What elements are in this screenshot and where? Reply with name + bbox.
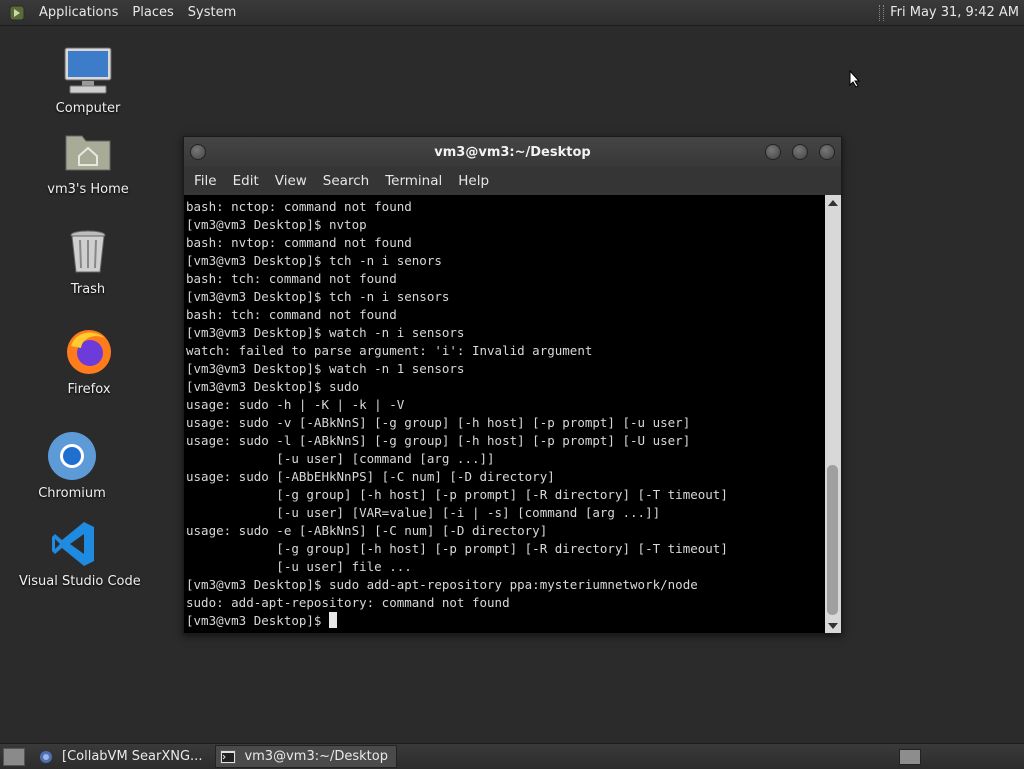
desktop-icon-label: Computer [55,101,121,116]
desktop-icon-label: Visual Studio Code [19,574,141,589]
menu-view[interactable]: View [267,173,315,189]
menu-terminal[interactable]: Terminal [377,173,450,189]
terminal-line: usage: sudo -v [-ABkNnS] [-g group] [-h … [186,415,691,430]
terminal-line: [vm3@vm3 Desktop]$ sudo add-apt-reposito… [186,577,698,592]
desktop-icon-label: vm3's Home [47,182,129,197]
chromium-icon [46,430,98,482]
bottom-panel: [CollabVM SearXNG... vm3@vm3:~/Desktop [0,743,1024,769]
system-menu[interactable]: System [181,0,243,25]
window-title: vm3@vm3:~/Desktop [434,144,591,160]
desktop-icon-computer[interactable]: Computer [33,45,143,116]
applications-menu[interactable]: Applications [32,0,125,25]
terminal-output[interactable]: bash: nctop: command not found [vm3@vm3 D… [184,195,825,633]
terminal-line: [vm3@vm3 Desktop]$ sudo [186,379,360,394]
desktop-icon-home[interactable]: vm3's Home [33,126,143,197]
desktop-icon-label: Firefox [67,382,111,397]
terminal-title-bar[interactable]: vm3@vm3:~/Desktop [184,137,841,167]
terminal-line: watch: failed to parse argument: 'i': In… [186,343,593,358]
minimize-button[interactable] [765,144,781,160]
task-label: vm3@vm3:~/Desktop [244,749,388,764]
places-menu[interactable]: Places [125,0,180,25]
terminal-line: [-u user] [VAR=value] [-i | -s] [command… [186,505,661,520]
menu-file[interactable]: File [186,173,225,189]
computer-icon [62,45,114,97]
terminal-line: [vm3@vm3 Desktop]$ tch -n i sensors [186,289,450,304]
task-label: [CollabVM SearXNG... [62,749,203,764]
menu-edit[interactable]: Edit [225,173,267,189]
terminal-prompt: [vm3@vm3 Desktop]$ [186,613,322,628]
terminal-line: bash: nctop: command not found [186,199,412,214]
terminal-line: bash: tch: command not found [186,271,397,286]
terminal-line: [vm3@vm3 Desktop]$ watch -n 1 sensors [186,361,465,376]
scroll-thumb[interactable] [827,465,838,615]
maximize-button[interactable] [792,144,808,160]
terminal-prompt-line: [vm3@vm3 Desktop]$ [186,612,825,630]
home-folder-icon [62,126,114,178]
workspace-switcher[interactable] [899,748,921,765]
terminal-window[interactable]: vm3@vm3:~/Desktop File Edit View Search … [183,136,842,634]
terminal-text: bash: nctop: command not found [vm3@vm3 D… [184,195,825,630]
clock[interactable]: Fri May 31, 9:42 AM [884,0,1024,25]
task-button-browser[interactable]: [CollabVM SearXNG... [33,745,211,768]
vscode-icon [48,518,100,570]
terminal-line: usage: sudo [-ABbEHkNnPS] [-C num] [-D d… [186,469,555,484]
distro-logo-icon[interactable] [8,4,26,22]
desktop-icon-label: Chromium [38,486,106,501]
terminal-line: bash: nvtop: command not found [186,235,412,250]
terminal-line: [vm3@vm3 Desktop]$ watch -n i sensors [186,325,465,340]
terminal-line: usage: sudo -l [-ABkNnS] [-g group] [-h … [186,433,691,448]
terminal-scrollbar[interactable] [825,195,841,633]
terminal-menu-bar: File Edit View Search Terminal Help [184,167,841,195]
text-cursor [329,612,338,628]
menu-search[interactable]: Search [315,173,377,189]
firefox-icon [63,326,115,378]
terminal-line: sudo: add-apt-repository: command not fo… [186,595,510,610]
scroll-up-arrow-icon[interactable] [828,200,838,206]
desktop-icon-firefox[interactable]: Firefox [34,326,144,397]
terminal-line: usage: sudo -h | -K | -k | -V [186,397,405,412]
terminal-line: usage: sudo -e [-ABkNnS] [-C num] [-D di… [186,523,548,538]
trash-icon [62,226,114,278]
show-desktop-icon[interactable] [3,747,25,766]
top-panel: Applications Places System Fri May 31, 9… [0,0,1024,26]
scroll-down-arrow-icon[interactable] [828,623,838,629]
desktop-icon-vscode[interactable]: Visual Studio Code [19,518,141,589]
desktop-icon-chromium[interactable]: Chromium [17,430,127,501]
close-button[interactable] [819,144,835,160]
terminal-line: [-u user] file ... [186,559,412,574]
terminal-line: [vm3@vm3 Desktop]$ tch -n i senors [186,253,442,268]
terminal-line: [-g group] [-h host] [-p prompt] [-R dir… [186,541,728,556]
menu-help[interactable]: Help [450,173,497,189]
desktop-icon-trash[interactable]: Trash [33,226,143,297]
terminal-line: [vm3@vm3 Desktop]$ nvtop [186,217,367,232]
terminal-line: [-u user] [command [arg ...]] [186,451,495,466]
terminal-line: [-g group] [-h host] [-p prompt] [-R dir… [186,487,728,502]
browser-icon [38,750,54,764]
mouse-pointer-icon [849,69,861,88]
task-button-terminal[interactable]: vm3@vm3:~/Desktop [215,745,397,768]
terminal-line: bash: tch: command not found [186,307,397,322]
terminal-icon [220,749,237,764]
desktop-icon-label: Trash [70,282,106,297]
